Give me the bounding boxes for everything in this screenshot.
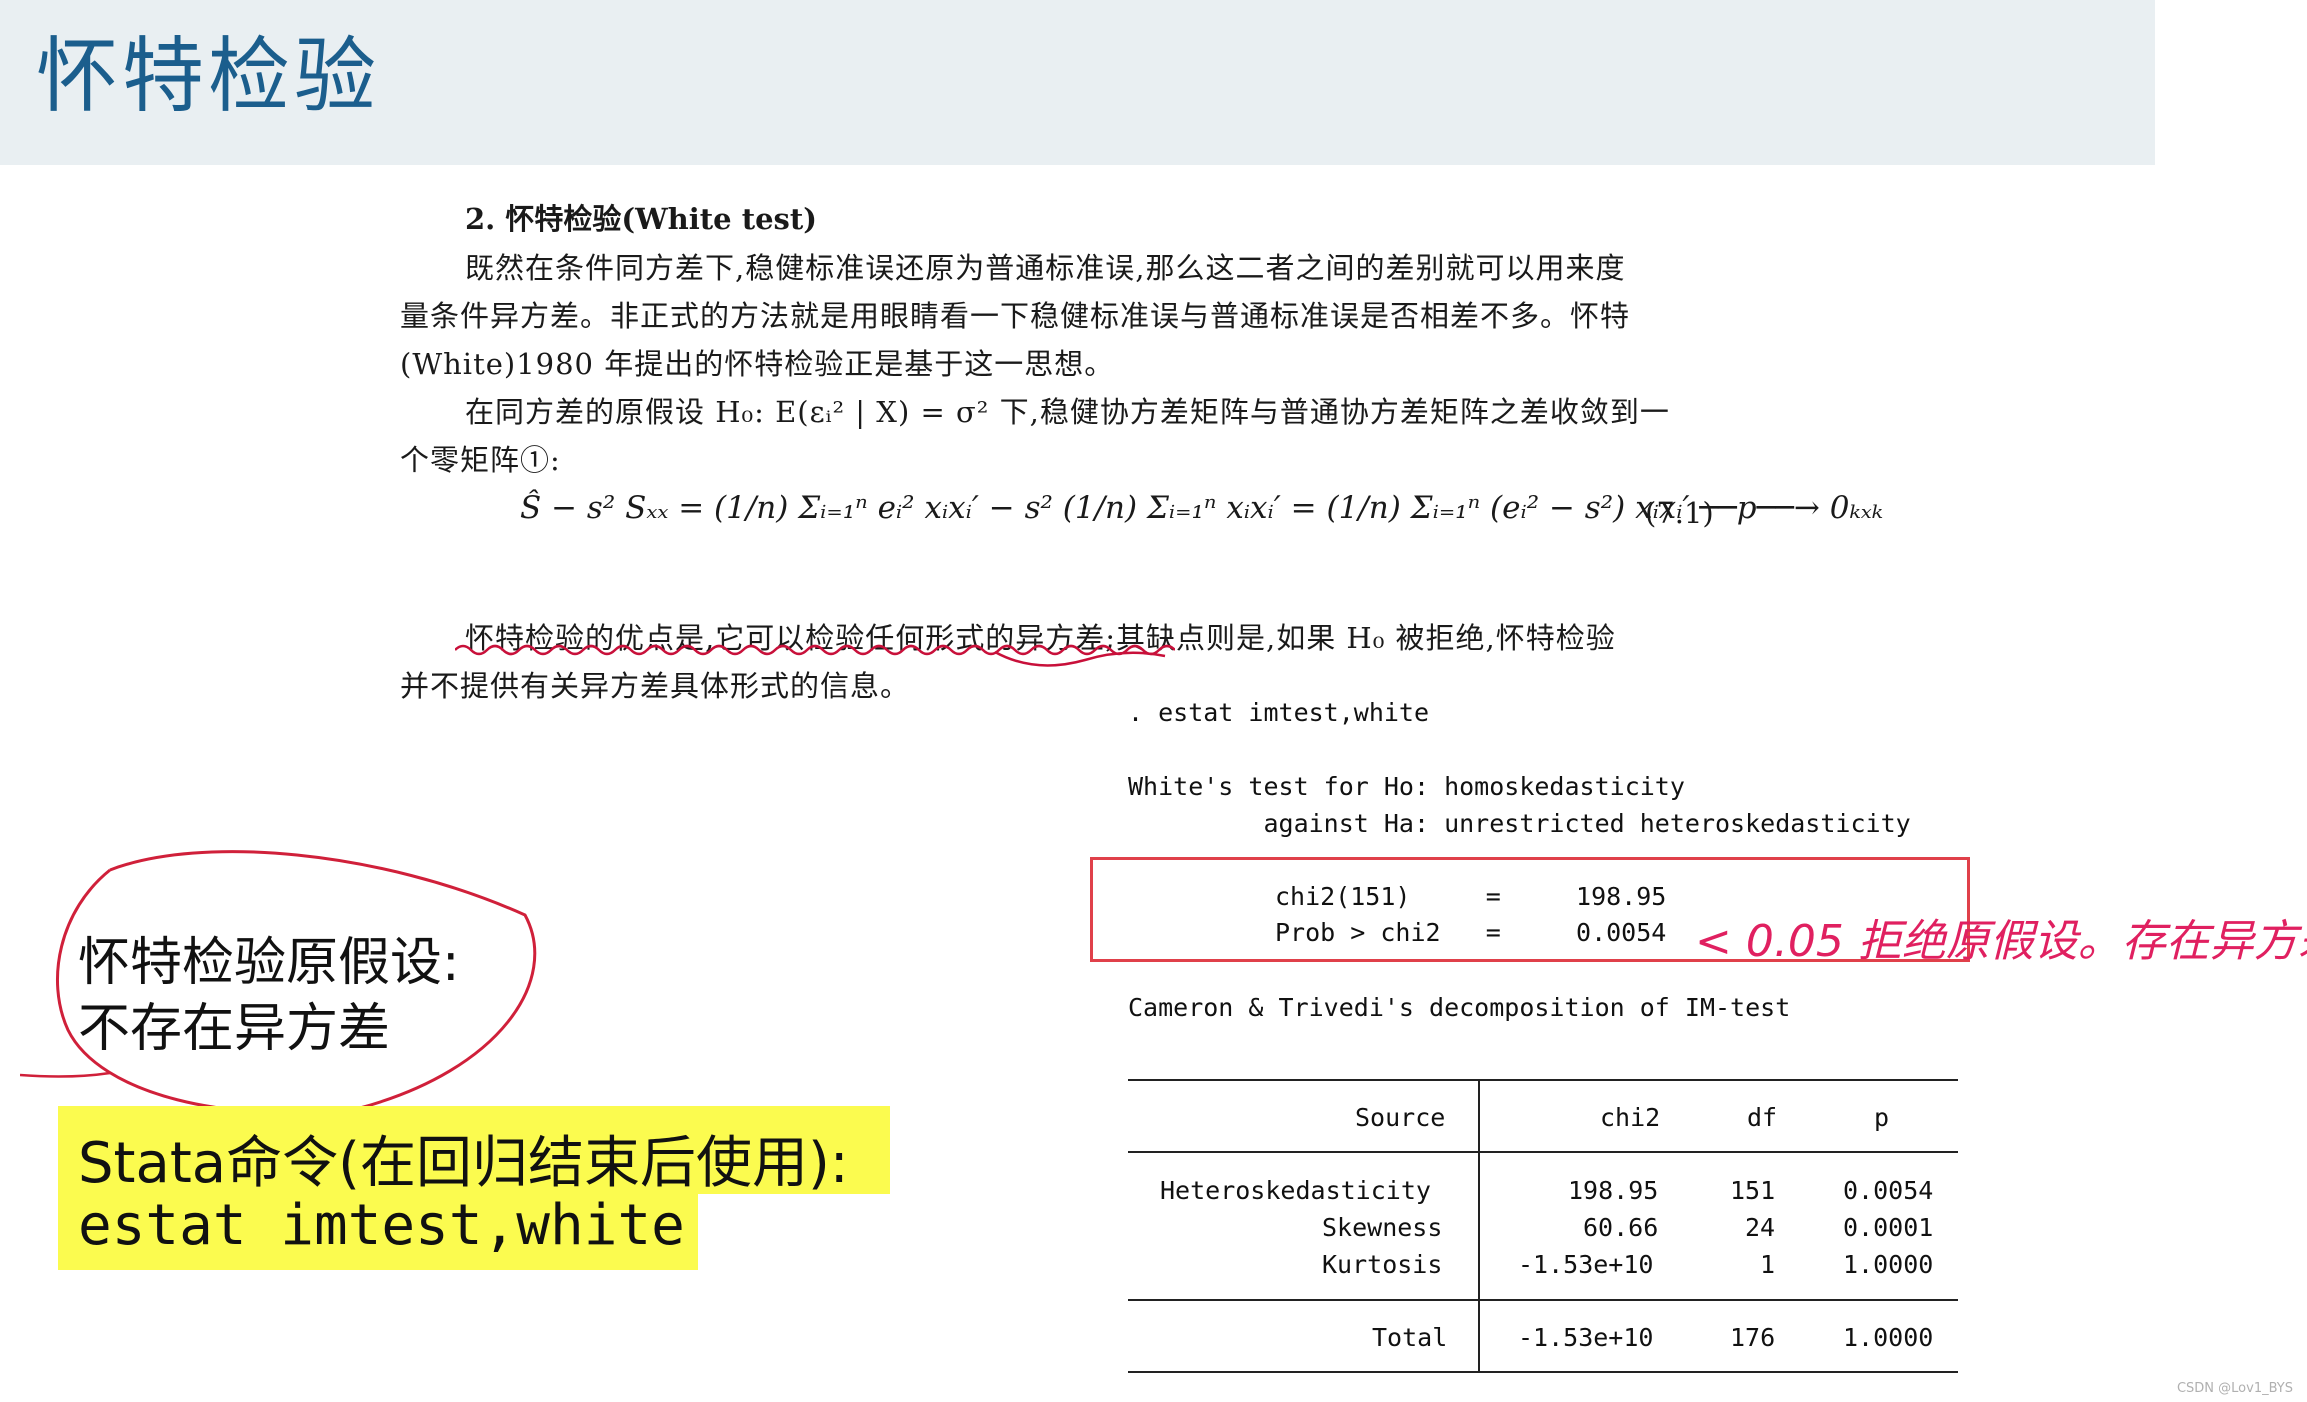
table-header-source: Source [1355, 1103, 1446, 1132]
table-bottom-rule [1128, 1371, 1958, 1373]
table-cell: 60.66 [1583, 1213, 1659, 1242]
stata-command: . estat imtest,white [1128, 698, 1430, 727]
para2-line1: 在同方差的原假设 H₀: E(εᵢ² | X) = σ² 下,稳健协方差矩阵与普… [465, 395, 1670, 429]
para2-line2: 个零矩阵①: [400, 443, 561, 477]
watermark: CSDN @Lov1_BYS [2176, 1381, 2293, 1396]
table-row-label: Kurtosis [1322, 1250, 1443, 1279]
table-cell: -1.53e+10 [1518, 1250, 1654, 1279]
para1-line2: 量条件异方差。非正式的方法就是用眼睛看一下稳健标准误与普通标准误是否相差不多。怀… [400, 299, 1631, 333]
squiggle-underline [455, 644, 1175, 667]
table-row-label: Heteroskedasticity [1160, 1176, 1431, 1205]
decomposition-title: Cameron & Trivedi's decomposition of IM-… [1128, 993, 1791, 1022]
table-header-chi2: chi2 [1600, 1103, 1661, 1132]
stata-command-code: estat imtest,white [78, 1193, 685, 1258]
table-header-rule [1128, 1151, 1958, 1153]
table-cell: 1.0000 [1843, 1250, 1934, 1279]
table-row-label: Skewness [1322, 1213, 1443, 1242]
section-heading: 2. 怀特检验(White test) [465, 202, 817, 236]
handwritten-annotation: < 0.05 拒绝原假设。存在异方差 [1695, 916, 2307, 967]
null-hypothesis-line1: 怀特检验原假设: [78, 933, 460, 993]
white-test-line1: White's test for Ho: homoskedasticity [1128, 772, 1685, 801]
para1-line1: 既然在条件同方差下,稳健标准误还原为普通标准误,那么这二者之间的差别就可以用来度 [465, 251, 1626, 285]
table-body-rule [1128, 1299, 1958, 1301]
table-cell: 198.95 [1568, 1176, 1659, 1205]
table-total-label: Total [1372, 1323, 1448, 1352]
table-header-p: p [1874, 1103, 1890, 1132]
table-top-rule [1128, 1079, 1958, 1081]
table-cell: -1.53e+10 [1518, 1323, 1654, 1352]
table-cell: 24 [1745, 1213, 1776, 1242]
slide-title: 怀特检验 [36, 29, 381, 124]
table-cell: 1.0000 [1843, 1323, 1934, 1352]
table-cell: 1 [1760, 1250, 1776, 1279]
stata-command-label: Stata命令(在回归结束后使用): [78, 1131, 849, 1196]
prob-result: Prob > chi2 = 0.0054 [1275, 918, 1667, 947]
null-hypothesis-line2: 不存在异方差 [78, 999, 391, 1059]
formula-number: (7.1) [1645, 496, 1714, 530]
table-cell: 151 [1730, 1176, 1776, 1205]
table-cell: 0.0001 [1843, 1213, 1934, 1242]
table-divider [1478, 1079, 1480, 1373]
table-cell: 0.0054 [1843, 1176, 1934, 1205]
table-cell: 176 [1730, 1323, 1776, 1352]
chi2-result: chi2(151) = 198.95 [1275, 882, 1667, 911]
null-hypothesis-note: 怀特检验原假设: 不存在异方差 [78, 930, 460, 1062]
white-test-line2: against Ha: unrestricted heteroskedastic… [1128, 809, 1911, 838]
table-header-df: df [1747, 1103, 1778, 1132]
para1-line3: (White)1980 年提出的怀特检验正是基于这一思想。 [400, 347, 1115, 381]
